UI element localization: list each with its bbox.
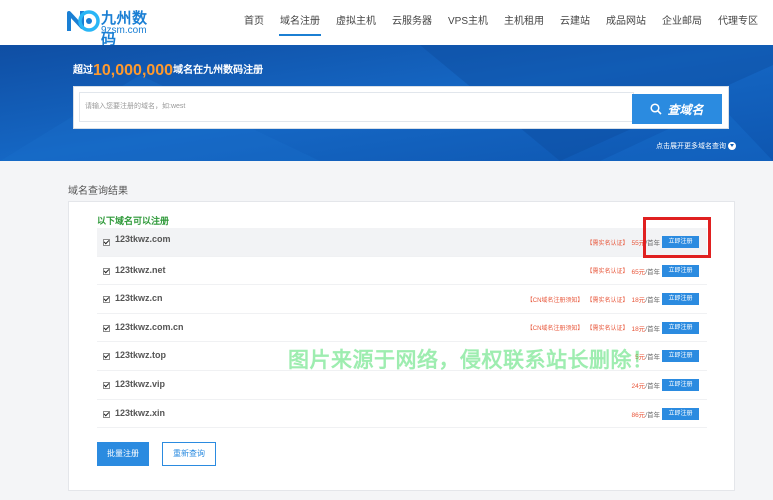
domain-name: 123tkwz.com.cn [115,321,184,332]
domain-row: 123tkwz.xin 86元/首年 立即注册 [97,400,707,429]
headline-suffix: 域名在九州数码注册 [173,65,264,76]
domain-checkbox[interactable] [103,353,110,361]
requirement-tag[interactable]: 【需实名认证】 [586,323,628,332]
logo-mark-icon [67,10,100,32]
available-title: 以下域名可以注册 [97,216,170,226]
requirement-tag[interactable]: 【CN域名注册须知】 [527,295,584,304]
nav-item[interactable]: 首页 [236,0,272,45]
register-now-button[interactable]: 立即注册 [662,378,699,391]
nav-item[interactable]: 云建站 [552,0,598,45]
domain-checkbox[interactable] [103,410,110,418]
domain-row: 123tkwz.net 【需实名认证】 65元/首年 立即注册 [97,257,707,286]
requirement-tag[interactable]: 【需实名认证】 [586,238,628,247]
domain-list: 123tkwz.com 【需实名认证】 55元/首年 立即注册 123tkwz.net 【… [97,228,707,429]
price-unit: /首年 [645,325,660,333]
watermark: 图片来源于网络，侵权联系站长删除！ [288,349,654,372]
register-now-button[interactable]: 立即注册 [662,321,699,334]
price-unit: /首年 [645,268,660,276]
search-button-label: 查域名 [667,102,704,117]
nav-item[interactable]: 代理专区 [710,0,766,45]
domain-row: 123tkwz.cn 【CN域名注册须知】 【需实名认证】 18元/首年 立即注册 [97,285,707,314]
chevron-down-icon [728,142,736,150]
register-now-button[interactable]: 立即注册 [662,264,699,277]
domain-checkbox[interactable] [103,381,110,389]
requirement-tag[interactable]: 【需实名认证】 [586,266,628,275]
results-area: 域名查询结果 以下域名可以注册 123tkwz.com 【需实名认证】 55元/首年… [0,161,773,500]
register-now-button[interactable]: 立即注册 [662,293,699,306]
domain-name: 123tkwz.cn [115,293,163,304]
main-nav: 首页 域名注册 虚拟主机 云服务器 VPS主机 主机租用 云建站 成品网站 企业邮局 代理专区 [236,0,766,45]
register-now-button[interactable]: 立即注册 [662,407,699,420]
more-search-link[interactable]: 点击展开更多域名查询 [656,141,736,151]
bulk-register-button[interactable]: 批量注册 [97,442,149,466]
requirement-tag[interactable]: 【需实名认证】 [586,295,628,304]
domain-name: 123tkwz.net [115,264,166,275]
domain-name: 123tkwz.xin [115,407,166,418]
domain-price: 18元 [631,325,646,333]
search-banner: 超过10,000,000域名在九州数码注册 请输入您要注册的域名，如:west … [0,45,773,161]
domain-price-group: 24元/首年 立即注册 [631,378,699,391]
logo[interactable]: 九州数码 9zsm.com [66,5,156,48]
nav-item[interactable]: 成品网站 [598,0,654,45]
domain-checkbox[interactable] [103,296,110,304]
headline-count: 10,000,000 [93,62,174,79]
domain-row: 123tkwz.vip 24元/首年 立即注册 [97,371,707,400]
requery-button[interactable]: 重新查询 [162,442,216,466]
more-search-label: 点击展开更多域名查询 [656,143,726,150]
domain-name: 123tkwz.vip [115,378,166,389]
domain-checkbox[interactable] [103,239,110,246]
domain-search-box: 请输入您要注册的域名，如:west 查域名 [73,86,729,129]
search-icon [650,103,663,115]
domain-price: 86元 [631,411,646,419]
search-domain-button[interactable]: 查域名 [632,94,722,124]
nav-item[interactable]: 云服务器 [384,0,440,45]
nav-item[interactable]: VPS主机 [440,0,496,45]
logo-domain: 9zsm.com [101,25,147,36]
domain-checkbox[interactable] [103,267,110,275]
domain-price-group: 【CN域名注册须知】 【需实名认证】 18元/首年 立即注册 [527,293,699,306]
domain-price-group: 【CN域名注册须知】 【需实名认证】 18元/首年 立即注册 [527,321,699,334]
banner-headline: 超过10,000,000域名在九州数码注册 [73,61,263,80]
nav-item[interactable]: 虚拟主机 [328,0,384,45]
domain-row: 123tkwz.com.cn 【CN域名注册须知】 【需实名认证】 18元/首年 立即注… [97,314,707,343]
domain-price: 65元 [631,268,646,276]
price-unit: /首年 [645,382,660,390]
section-title: 域名查询结果 [68,186,128,197]
domain-name: 123tkwz.com [115,234,171,244]
top-header: 九州数码 9zsm.com 首页 域名注册 虚拟主机 云服务器 VPS主机 主机租用 云建站… [0,0,773,48]
domain-price-group: 【需实名认证】 65元/首年 立即注册 [586,264,699,277]
nav-item[interactable]: 域名注册 [272,0,328,45]
domain-name: 123tkwz.top [115,350,167,361]
domain-price: 18元 [631,297,646,305]
domain-search-input[interactable]: 请输入您要注册的域名，如:west [79,92,634,122]
domain-price: 24元 [631,382,646,390]
price-unit: /首年 [645,297,660,305]
domain-price-group: 86元/首年 立即注册 [631,407,699,420]
register-now-button[interactable]: 立即注册 [662,350,699,363]
price-unit: /首年 [645,411,660,419]
highlight-box [643,217,711,258]
domain-row: 123tkwz.com 【需实名认证】 55元/首年 立即注册 [97,228,707,257]
requirement-tag[interactable]: 【CN域名注册须知】 [527,323,584,332]
domain-checkbox[interactable] [103,324,110,332]
nav-item[interactable]: 主机租用 [496,0,552,45]
nav-item[interactable]: 企业邮局 [654,0,710,45]
headline-prefix: 超过 [73,65,93,76]
